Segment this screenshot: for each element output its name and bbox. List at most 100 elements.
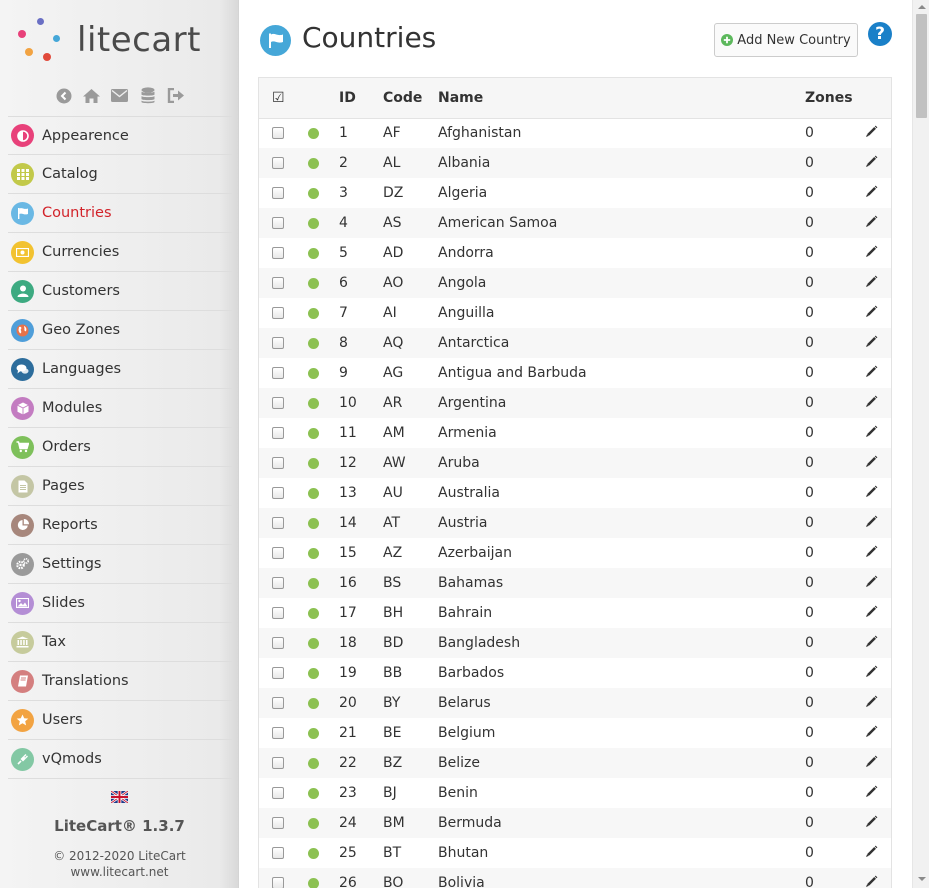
country-name[interactable]: Armenia [438,418,805,448]
scrollbar-thumb[interactable] [916,14,927,118]
menu-item-geo-zones[interactable]: Geo Zones [8,311,232,350]
edit-pencil-icon[interactable] [857,388,891,418]
country-name[interactable]: Bolivia [438,868,805,888]
row-checkbox[interactable] [259,508,297,538]
edit-pencil-icon[interactable] [857,208,891,238]
row-checkbox[interactable] [259,838,297,868]
envelope-icon[interactable] [110,86,129,105]
table-row[interactable]: 9 AG Antigua and Barbuda 0 [259,358,891,388]
country-name[interactable]: American Samoa [438,208,805,238]
menu-item-vqmods[interactable]: vQmods [8,740,232,779]
row-checkbox[interactable] [259,478,297,508]
edit-pencil-icon[interactable] [857,598,891,628]
language-flag-icon[interactable] [110,790,129,804]
country-name[interactable]: Andorra [438,238,805,268]
table-row[interactable]: 18 BD Bangladesh 0 [259,628,891,658]
table-row[interactable]: 17 BH Bahrain 0 [259,598,891,628]
edit-pencil-icon[interactable] [857,328,891,358]
country-name[interactable]: Bhutan [438,838,805,868]
scroll-up-arrow-icon[interactable] [918,5,926,9]
home-icon[interactable] [82,86,101,105]
country-name[interactable]: Antarctica [438,328,805,358]
edit-pencil-icon[interactable] [857,628,891,658]
row-checkbox[interactable] [259,148,297,178]
database-icon[interactable] [138,86,157,105]
edit-pencil-icon[interactable] [857,238,891,268]
table-row[interactable]: 5 AD Andorra 0 [259,238,891,268]
vertical-scrollbar[interactable] [912,0,929,888]
country-name[interactable]: Belize [438,748,805,778]
table-row[interactable]: 25 BT Bhutan 0 [259,838,891,868]
country-name[interactable]: Austria [438,508,805,538]
row-checkbox[interactable] [259,688,297,718]
table-row[interactable]: 3 DZ Algeria 0 [259,178,891,208]
row-checkbox[interactable] [259,238,297,268]
table-row[interactable]: 20 BY Belarus 0 [259,688,891,718]
row-checkbox[interactable] [259,598,297,628]
menu-item-users[interactable]: Users [8,701,232,740]
menu-item-catalog[interactable]: Catalog [8,155,232,194]
row-checkbox[interactable] [259,268,297,298]
menu-item-orders[interactable]: Orders [8,428,232,467]
table-row[interactable]: 2 AL Albania 0 [259,148,891,178]
table-row[interactable]: 22 BZ Belize 0 [259,748,891,778]
edit-pencil-icon[interactable] [857,808,891,838]
menu-item-customers[interactable]: Customers [8,272,232,311]
table-row[interactable]: 14 AT Austria 0 [259,508,891,538]
edit-pencil-icon[interactable] [857,568,891,598]
menu-item-currencies[interactable]: Currencies [8,233,232,272]
row-checkbox[interactable] [259,538,297,568]
menu-item-settings[interactable]: Settings [8,545,232,584]
row-checkbox[interactable] [259,868,297,888]
row-checkbox[interactable] [259,388,297,418]
edit-pencil-icon[interactable] [857,298,891,328]
row-checkbox[interactable] [259,628,297,658]
row-checkbox[interactable] [259,358,297,388]
help-icon[interactable]: ? [868,22,892,46]
back-icon[interactable] [54,86,73,105]
row-checkbox[interactable] [259,778,297,808]
table-row[interactable]: 16 BS Bahamas 0 [259,568,891,598]
sign-out-icon[interactable] [166,86,185,105]
country-name[interactable]: Algeria [438,178,805,208]
table-row[interactable]: 13 AU Australia 0 [259,478,891,508]
menu-item-countries[interactable]: Countries [8,194,232,233]
table-row[interactable]: 26 BO Bolivia 0 [259,868,891,888]
table-row[interactable]: 10 AR Argentina 0 [259,388,891,418]
edit-pencil-icon[interactable] [857,688,891,718]
row-checkbox[interactable] [259,658,297,688]
table-row[interactable]: 12 AW Aruba 0 [259,448,891,478]
row-checkbox[interactable] [259,748,297,778]
edit-pencil-icon[interactable] [857,358,891,388]
country-name[interactable]: Angola [438,268,805,298]
country-name[interactable]: Bangladesh [438,628,805,658]
table-row[interactable]: 19 BB Barbados 0 [259,658,891,688]
edit-pencil-icon[interactable] [857,838,891,868]
country-name[interactable]: Bahamas [438,568,805,598]
edit-pencil-icon[interactable] [857,748,891,778]
row-checkbox[interactable] [259,568,297,598]
country-name[interactable]: Albania [438,148,805,178]
edit-pencil-icon[interactable] [857,508,891,538]
edit-pencil-icon[interactable] [857,778,891,808]
table-row[interactable]: 23 BJ Benin 0 [259,778,891,808]
country-name[interactable]: Bahrain [438,598,805,628]
country-name[interactable]: Antigua and Barbuda [438,358,805,388]
id-column-header[interactable]: ID [339,78,383,119]
country-name[interactable]: Anguilla [438,298,805,328]
menu-item-modules[interactable]: Modules [8,389,232,428]
table-row[interactable]: 24 BM Bermuda 0 [259,808,891,838]
country-name[interactable]: Barbados [438,658,805,688]
select-all-checkbox[interactable]: ☑ [259,78,297,119]
name-column-header[interactable]: Name [438,78,805,119]
litecart-logo[interactable]: litecart [16,18,226,64]
country-name[interactable]: Belarus [438,688,805,718]
menu-item-tax[interactable]: Tax [8,623,232,662]
row-checkbox[interactable] [259,118,297,148]
add-new-country-button[interactable]: Add New Country [714,23,858,57]
table-row[interactable]: 6 AO Angola 0 [259,268,891,298]
edit-pencil-icon[interactable] [857,418,891,448]
edit-pencil-icon[interactable] [857,868,891,888]
website-link[interactable]: www.litecart.net [0,864,239,880]
table-row[interactable]: 4 AS American Samoa 0 [259,208,891,238]
